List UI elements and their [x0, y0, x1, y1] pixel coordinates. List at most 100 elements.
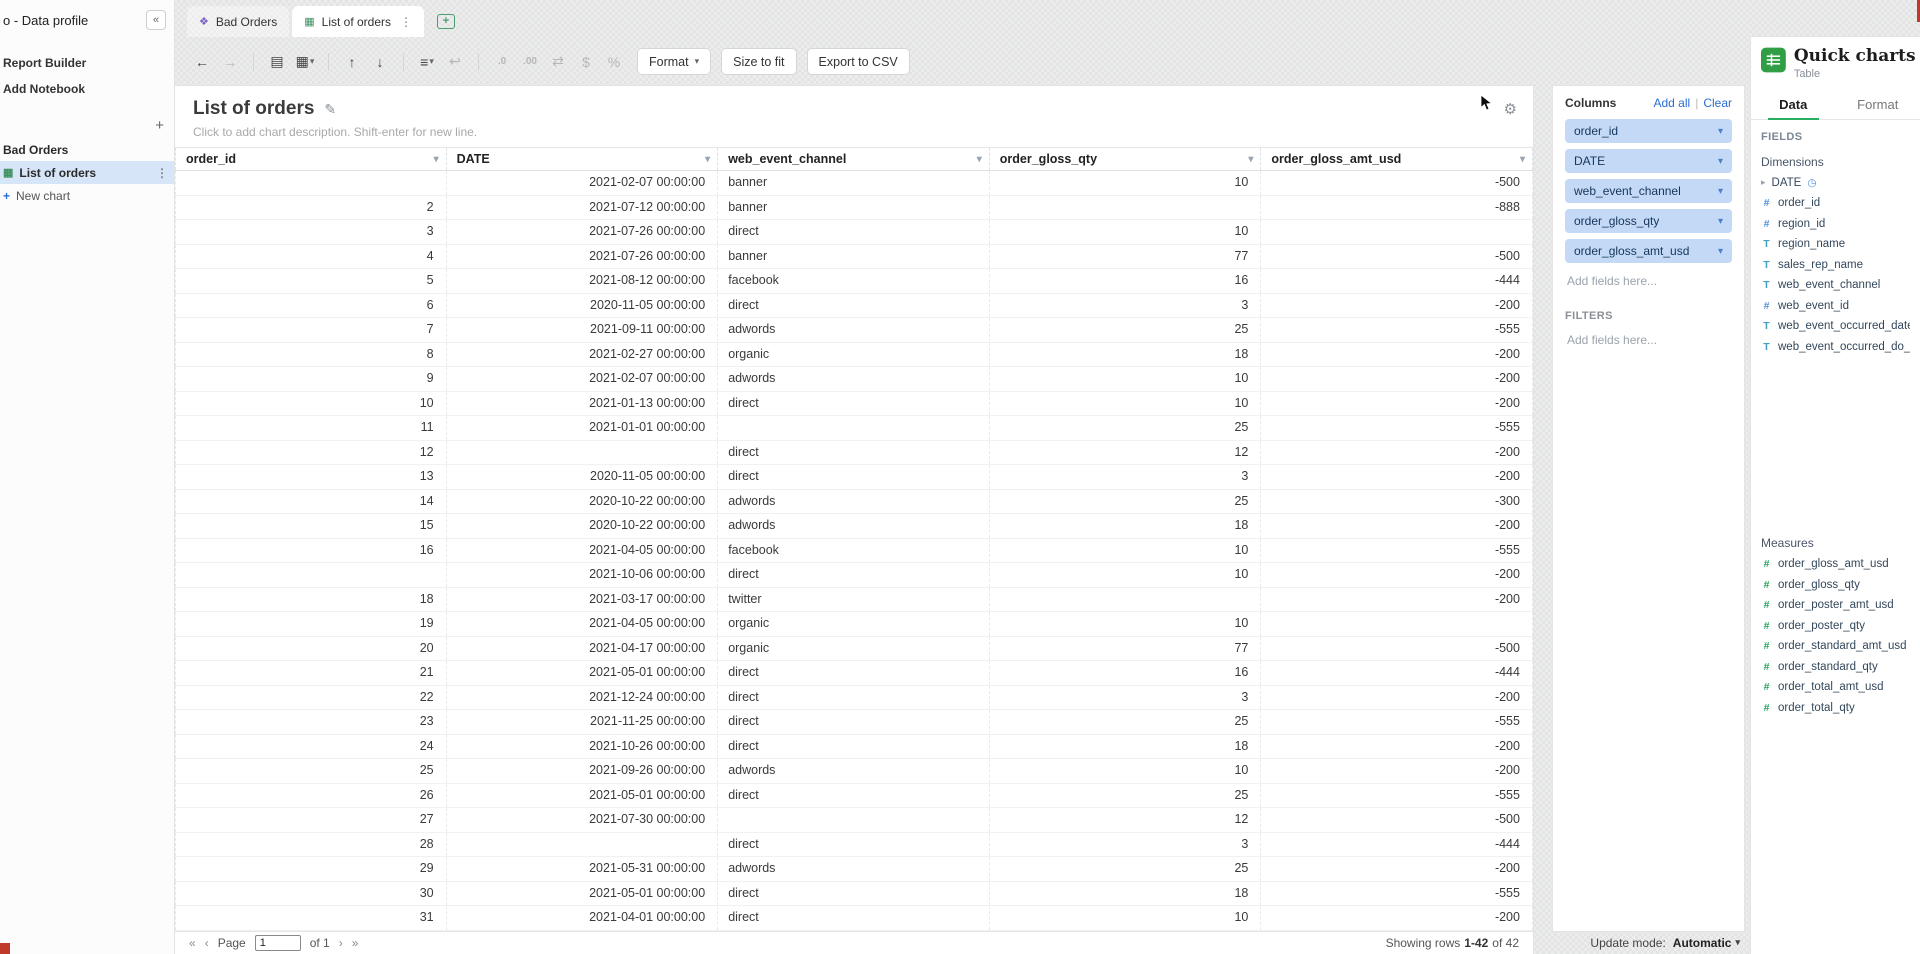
field-date[interactable]: ▸DATE◷ — [1751, 173, 1920, 194]
field-order-id[interactable]: #order_id — [1751, 193, 1920, 214]
table-row[interactable]: 102021-01-13 00:00:00direct10-200 — [175, 392, 1533, 417]
table-row[interactable]: 62020-11-05 00:00:00direct3-200 — [175, 294, 1533, 319]
page-input[interactable] — [255, 935, 301, 951]
table-row[interactable]: 202021-04-17 00:00:00organic77-500 — [175, 637, 1533, 662]
forward-icon[interactable]: → — [217, 49, 243, 75]
table-row[interactable]: 242021-10-26 00:00:00direct18-200 — [175, 735, 1533, 760]
table-row[interactable]: 28direct3-444 — [175, 833, 1533, 858]
table-row[interactable]: 222021-12-24 00:00:00direct3-200 — [175, 686, 1533, 711]
edit-title-icon[interactable]: ✎ — [324, 101, 336, 118]
chevron-down-icon[interactable]: ▾ — [1718, 156, 1723, 167]
sort-descending-icon[interactable]: ↓ — [367, 49, 393, 75]
field-order-poster-qty[interactable]: #order_poster_qty — [1751, 616, 1920, 637]
column-pill-order-id[interactable]: order_id▾ — [1565, 119, 1732, 143]
table-row[interactable]: 292021-05-31 00:00:00adwords25-200 — [175, 857, 1533, 882]
chevron-right-icon[interactable]: ▸ — [1761, 177, 1766, 188]
next-page-button[interactable]: › — [339, 936, 343, 950]
first-page-button[interactable]: « — [189, 936, 196, 950]
table-row[interactable]: 72021-09-11 00:00:00adwords25-555 — [175, 318, 1533, 343]
table-row[interactable]: 152020-10-22 00:00:00adwords18-200 — [175, 514, 1533, 539]
add-section-icon[interactable]: + — [155, 120, 164, 132]
table-row[interactable]: 272021-07-30 00:00:0012-500 — [175, 808, 1533, 833]
format-dropdown[interactable]: Format ▾ — [637, 48, 711, 75]
column-sort-caret-icon[interactable]: ▾ — [1248, 154, 1253, 165]
table-row[interactable]: 112021-01-01 00:00:0025-555 — [175, 416, 1533, 441]
table-row[interactable]: 252021-09-26 00:00:00adwords10-200 — [175, 759, 1533, 784]
field-order-standard-qty[interactable]: #order_standard_qty — [1751, 657, 1920, 678]
last-page-button[interactable]: » — [352, 936, 359, 950]
gear-icon[interactable]: ⚙ — [1504, 100, 1517, 118]
table-row[interactable]: 162021-04-05 00:00:00facebook10-555 — [175, 539, 1533, 564]
tab-format[interactable]: Format — [1836, 90, 1920, 119]
prev-page-button[interactable]: ‹ — [205, 936, 209, 950]
table-row[interactable]: 32021-07-26 00:00:00direct10 — [175, 220, 1533, 245]
chevron-down-icon[interactable]: ▾ — [1718, 246, 1723, 257]
field-order-standard-amt-usd[interactable]: #order_standard_amt_usd — [1751, 636, 1920, 657]
field-web-event-occurred-do-w-n[interactable]: Tweb_event_occurred_do_w_n — [1751, 337, 1920, 358]
column-sort-caret-icon[interactable]: ▾ — [434, 154, 439, 165]
field-order-gloss-qty[interactable]: #order_gloss_qty — [1751, 575, 1920, 596]
table-row[interactable]: 302021-05-01 00:00:00direct18-555 — [175, 882, 1533, 907]
page-title[interactable]: List of orders — [193, 98, 314, 120]
size-to-fit-button[interactable]: Size to fit — [721, 48, 796, 75]
sidebar-link-add-notebook[interactable]: Add Notebook — [0, 76, 174, 102]
table-row[interactable]: 262021-05-01 00:00:00direct25-555 — [175, 784, 1533, 809]
field-order-poster-amt-usd[interactable]: #order_poster_amt_usd — [1751, 595, 1920, 616]
chart-type-icon[interactable]: ▤ — [264, 49, 290, 75]
table-row[interactable]: 132020-11-05 00:00:00direct3-200 — [175, 465, 1533, 490]
sidebar-collapse-button[interactable]: « — [146, 10, 166, 30]
field-web-event-occurred-date[interactable]: Tweb_event_occurred_date — [1751, 316, 1920, 337]
increase-decimal-icon[interactable]: .00 — [517, 49, 543, 75]
columns-add-fields-placeholder[interactable]: Add fields here... — [1565, 263, 1732, 304]
decrease-decimal-icon[interactable]: .0 — [489, 49, 515, 75]
table-row[interactable]: 52021-08-12 00:00:00facebook16-444 — [175, 269, 1533, 294]
table-row[interactable]: 42021-07-26 00:00:00banner77-500 — [175, 245, 1533, 270]
field-region-name[interactable]: Tregion_name — [1751, 234, 1920, 255]
column-header-order-gloss-qty[interactable]: order_gloss_qty▾ — [990, 148, 1262, 170]
sidebar-item-list-of-orders[interactable]: ▦List of orders⋮ — [0, 161, 174, 184]
table-row[interactable]: 182021-03-17 00:00:00twitter-200 — [175, 588, 1533, 613]
table-row[interactable]: 212021-05-01 00:00:00direct16-444 — [175, 661, 1533, 686]
field-region-id[interactable]: #region_id — [1751, 214, 1920, 235]
tab-list-of-orders[interactable]: ▦List of orders⋮ — [292, 6, 424, 37]
chevron-down-icon[interactable]: ▾ — [1718, 126, 1723, 137]
tab-data[interactable]: Data — [1751, 90, 1836, 119]
column-pill-order-gloss-qty[interactable]: order_gloss_qty▾ — [1565, 209, 1732, 233]
field-order-gloss-amt-usd[interactable]: #order_gloss_amt_usd — [1751, 554, 1920, 575]
field-web-event-id[interactable]: #web_event_id — [1751, 296, 1920, 317]
sidebar-link-report-builder[interactable]: Report Builder — [0, 50, 174, 76]
table-row[interactable]: 2021-10-06 00:00:00direct10-200 — [175, 563, 1533, 588]
table-row[interactable]: 192021-04-05 00:00:00organic10 — [175, 612, 1533, 637]
field-sales-rep-name[interactable]: Tsales_rep_name — [1751, 255, 1920, 276]
export-csv-button[interactable]: Export to CSV — [807, 48, 910, 75]
add-all-link[interactable]: Add all — [1653, 96, 1690, 110]
sidebar-item-bad-orders[interactable]: Bad Orders — [0, 138, 174, 161]
align-dropdown[interactable]: ≡ ▾ — [414, 49, 440, 75]
tab-bad-orders[interactable]: ❖Bad Orders — [187, 6, 289, 37]
table-row[interactable]: 312021-04-01 00:00:00direct10-200 — [175, 906, 1533, 931]
column-sort-caret-icon[interactable]: ▾ — [705, 154, 710, 165]
column-pill-order-gloss-amt-usd[interactable]: order_gloss_amt_usd▾ — [1565, 239, 1732, 263]
new-tab-button[interactable]: + — [427, 6, 465, 37]
tab-menu-icon[interactable]: ⋮ — [398, 15, 412, 29]
column-header-order-gloss-amt-usd[interactable]: order_gloss_amt_usd▾ — [1261, 148, 1533, 170]
table-row[interactable]: 92021-02-07 00:00:00adwords10-200 — [175, 367, 1533, 392]
column-header-date[interactable]: DATE▾ — [447, 148, 719, 170]
table-row[interactable]: 2021-02-07 00:00:00banner10-500 — [175, 171, 1533, 196]
field-order-total-amt-usd[interactable]: #order_total_amt_usd — [1751, 677, 1920, 698]
table-row[interactable]: 22021-07-12 00:00:00banner-888 — [175, 196, 1533, 221]
kebab-menu-icon[interactable]: ⋮ — [156, 166, 168, 180]
chevron-down-icon[interactable]: ▾ — [1718, 186, 1723, 197]
table-row[interactable]: 82021-02-27 00:00:00organic18-200 — [175, 343, 1533, 368]
wrap-text-icon[interactable]: ↩ — [442, 49, 468, 75]
update-mode-dropdown[interactable]: Automatic ▾ — [1673, 936, 1740, 950]
chevron-down-icon[interactable]: ▾ — [1718, 216, 1723, 227]
table-row[interactable]: 142020-10-22 00:00:00adwords25-300 — [175, 490, 1533, 515]
sidebar-item-new-chart[interactable]: +New chart — [0, 184, 174, 207]
clear-link[interactable]: Clear — [1703, 96, 1732, 110]
column-sort-caret-icon[interactable]: ▾ — [977, 154, 982, 165]
column-pill-web-event-channel[interactable]: web_event_channel▾ — [1565, 179, 1732, 203]
table-view-dropdown[interactable]: ▦ ▾ — [292, 49, 318, 75]
chart-description-placeholder[interactable]: Click to add chart description. Shift-en… — [193, 125, 1515, 139]
column-sort-caret-icon[interactable]: ▾ — [1520, 154, 1525, 165]
